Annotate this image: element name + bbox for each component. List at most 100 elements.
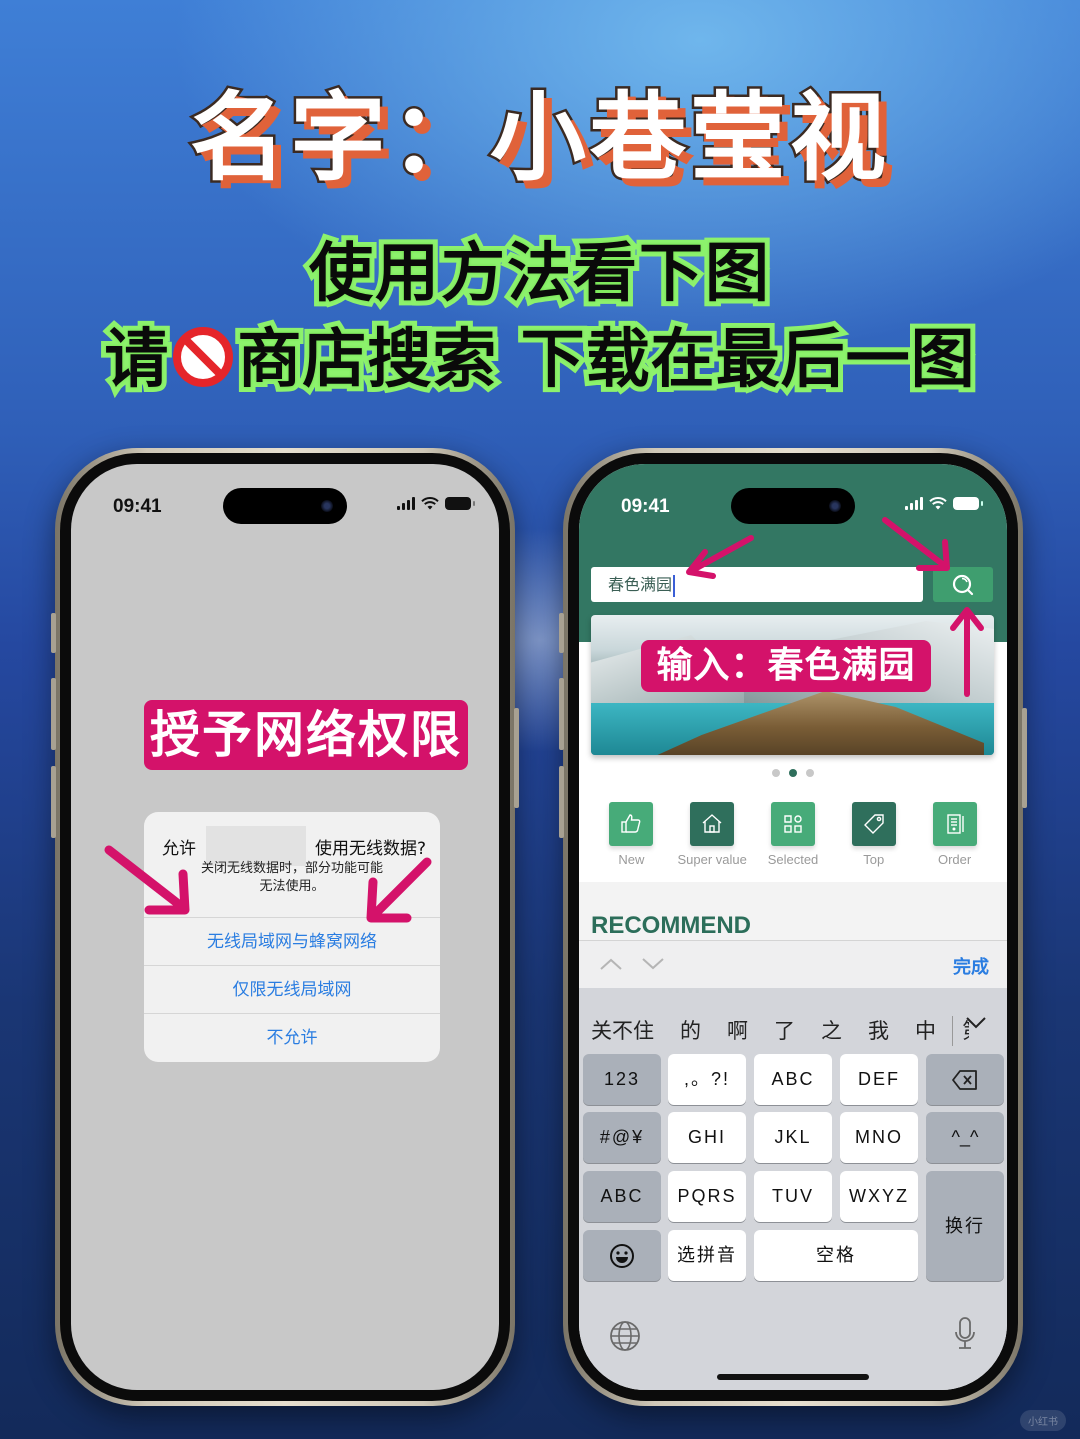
watermark: 小红书 xyxy=(1020,1410,1066,1431)
carousel-indicator xyxy=(579,769,1007,777)
section-title-recommend: RECOMMEND xyxy=(591,912,751,939)
category-super-value[interactable]: Super value xyxy=(672,802,753,867)
category-new[interactable]: New xyxy=(591,802,672,867)
candidate-word[interactable]: 关不住 xyxy=(591,1015,654,1045)
carousel-dot[interactable] xyxy=(772,769,780,777)
cellular-signal-icon xyxy=(905,497,923,510)
candidate-word[interactable]: 我 xyxy=(868,1015,889,1045)
key-space[interactable]: 空格 xyxy=(754,1230,918,1281)
carousel-dot-active[interactable] xyxy=(789,769,797,777)
camera-icon xyxy=(321,500,333,512)
wifi-icon xyxy=(421,497,439,510)
home-indicator[interactable] xyxy=(717,1374,869,1380)
backspace-icon xyxy=(952,1070,977,1091)
candidate-bar: 关不住 的 啊 了 之 我 中 第 xyxy=(591,1012,995,1048)
key-tuv[interactable]: TUV xyxy=(754,1171,832,1222)
prohibited-icon xyxy=(173,327,234,387)
key-emoji[interactable] xyxy=(583,1230,661,1281)
key-return[interactable]: 换行 xyxy=(926,1171,1004,1281)
category-tile xyxy=(690,802,735,846)
category-label: Selected xyxy=(767,852,819,867)
category-tile xyxy=(851,802,896,846)
key-wxyz[interactable]: WXYZ xyxy=(840,1171,918,1222)
grid-icon xyxy=(784,815,802,833)
key-backspace[interactable] xyxy=(926,1054,1004,1105)
wifi-icon xyxy=(929,497,947,510)
key-def[interactable]: DEF xyxy=(840,1054,918,1105)
arrow-annotation-right xyxy=(366,857,432,923)
carousel-dot[interactable] xyxy=(806,769,814,777)
key-punctuation[interactable]: ,。?! xyxy=(668,1054,746,1105)
search-input-value: 春色满园 xyxy=(608,575,673,594)
key-numbers[interactable]: 123 xyxy=(583,1054,661,1105)
battery-icon xyxy=(953,497,983,510)
annotation-grant-network: 授予网络权限 xyxy=(144,700,468,770)
permission-screen: 09:41 授予网络权限 允许 使用无线数据? 关闭无线数据时，部分功能可能 无… xyxy=(71,464,499,1390)
volume-down-button xyxy=(51,766,56,838)
key-pqrs[interactable]: PQRS xyxy=(668,1171,746,1222)
next-field-icon[interactable] xyxy=(641,957,665,971)
pinyin-keyboard: 关不住 的 啊 了 之 我 中 第 123 ,。?! ABC DEF xyxy=(579,988,1007,1390)
microphone-icon[interactable] xyxy=(953,1316,977,1352)
headline-store-warning-prefix: 请 xyxy=(99,318,173,402)
arrow-annotation-to-input xyxy=(686,535,754,579)
category-label: Super value xyxy=(677,852,747,867)
keyboard-toolbar: 完成 xyxy=(579,940,1007,988)
candidate-word[interactable]: 中 xyxy=(915,1015,936,1045)
key-switch-abc[interactable]: ABC xyxy=(583,1171,661,1222)
category-order[interactable]: Order xyxy=(914,802,995,867)
key-symbols[interactable]: #@¥ xyxy=(583,1112,661,1163)
emoji-icon xyxy=(610,1244,634,1269)
annotation-input-keyword: 输入：春色满园 xyxy=(641,640,931,692)
headline-app-name: 名字：小巷莹视 xyxy=(188,80,890,197)
candidate-word[interactable]: 的 xyxy=(680,1015,701,1045)
arrow-annotation-left xyxy=(104,845,190,915)
volume-up-button xyxy=(559,678,564,750)
dynamic-island xyxy=(731,488,855,524)
power-button xyxy=(1022,708,1027,808)
category-tile xyxy=(932,802,977,846)
camera-icon xyxy=(829,500,841,512)
key-ghi[interactable]: GHI xyxy=(668,1112,746,1163)
candidate-word[interactable]: 之 xyxy=(821,1015,842,1045)
key-mno[interactable]: MNO xyxy=(840,1112,918,1163)
headline-instructions: 使用方法看下图 xyxy=(304,232,774,316)
key-jkl[interactable]: JKL xyxy=(754,1112,832,1163)
candidate-word[interactable]: 啊 xyxy=(727,1015,748,1045)
status-icons xyxy=(905,497,983,510)
phone-right: 09:41 春色满园 输入：春色满园 New Super value Selec… xyxy=(559,448,1027,1406)
mute-switch xyxy=(51,613,56,653)
dynamic-island xyxy=(223,488,347,524)
house-icon xyxy=(702,814,722,833)
arrow-annotation-to-search xyxy=(882,517,950,571)
category-tile xyxy=(770,802,815,846)
key-abc[interactable]: ABC xyxy=(754,1054,832,1105)
thumbs-up-icon xyxy=(621,814,641,833)
category-nav: New Super value Selected Top Order xyxy=(591,802,995,867)
volume-up-button xyxy=(51,678,56,750)
key-emoticon[interactable]: ^_^ xyxy=(926,1112,1004,1163)
status-time: 09:41 xyxy=(113,496,162,517)
recommend-section: RECOMMEND xyxy=(579,882,1007,942)
text-caret xyxy=(673,574,676,597)
option-deny[interactable]: 不允许 xyxy=(144,1013,440,1061)
option-wlan-only[interactable]: 仅限无线局域网 xyxy=(144,965,440,1013)
category-label: Order xyxy=(937,852,972,867)
category-label: Top xyxy=(863,852,885,867)
globe-icon[interactable] xyxy=(609,1320,641,1352)
key-select-pinyin[interactable]: 选拼音 xyxy=(668,1230,746,1281)
category-selected[interactable]: Selected xyxy=(753,802,834,867)
battery-icon xyxy=(445,497,475,510)
status-icons xyxy=(397,497,475,510)
keyboard-bottom-bar xyxy=(579,1310,1007,1370)
expand-candidates-icon[interactable] xyxy=(965,1016,987,1030)
power-button xyxy=(514,708,519,808)
candidate-word[interactable]: 了 xyxy=(774,1015,795,1045)
category-label: New xyxy=(618,852,645,867)
category-tile xyxy=(609,802,654,846)
candidate-divider xyxy=(952,1016,953,1046)
category-top[interactable]: Top xyxy=(833,802,914,867)
previous-field-icon[interactable] xyxy=(599,957,623,971)
keyboard-done-button[interactable]: 完成 xyxy=(953,953,989,979)
arrow-annotation-up xyxy=(950,607,984,697)
